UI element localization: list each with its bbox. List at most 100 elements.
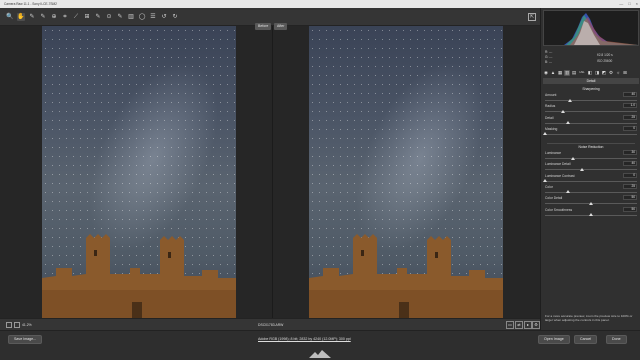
straighten-tool-icon[interactable]: ⟋ [72, 13, 80, 21]
slider-track[interactable] [545, 111, 637, 113]
done-button[interactable]: Done [606, 335, 627, 344]
panel-tab-icon[interactable]: ▤ [571, 70, 577, 76]
panel-tab-icon[interactable]: ▲ [550, 70, 556, 76]
adjustment-brush-tool-icon[interactable]: ✎ [116, 13, 124, 21]
slider-thumb[interactable] [589, 201, 593, 205]
slider-value-input[interactable]: 0 [623, 125, 637, 131]
window-controls: — □ × [619, 1, 638, 6]
slider-label: Detail [545, 115, 554, 120]
slider-thumb[interactable] [589, 213, 593, 216]
view-mode-icon[interactable]: ▭ [506, 321, 514, 329]
fullscreen-toggle-icon[interactable]: ⇱ [528, 13, 536, 21]
rotate-right-tool-icon[interactable]: ↻ [171, 13, 179, 21]
slider-label: Amount [545, 93, 557, 97]
transform-tool-icon[interactable]: ⊞ [83, 13, 91, 21]
settings-panel: R: --- G: --- B: --- f/2.8 1/20 s ISO 25… [540, 8, 640, 330]
open-image-button[interactable]: Open Image [538, 335, 570, 344]
hand-tool-icon[interactable]: ✋ [17, 13, 25, 21]
compare-divider [272, 26, 273, 318]
slider-label: Color Detail [545, 196, 563, 201]
zoom-tool-icon[interactable]: 🔍 [6, 13, 14, 21]
slider-value-input[interactable]: 50 [623, 195, 637, 201]
maximize-button[interactable]: □ [628, 1, 630, 6]
section-divider [547, 143, 635, 144]
slider-track[interactable] [545, 191, 637, 193]
slider-value-input[interactable]: 50 [623, 206, 637, 212]
panel-tab-icon[interactable]: HSL [578, 70, 586, 76]
color-sampler-tool-icon[interactable]: ✎ [39, 13, 47, 21]
preview-canvas[interactable]: Before After [0, 23, 540, 318]
before-image [42, 26, 236, 318]
rotate-left-tool-icon[interactable]: ↺ [160, 13, 168, 21]
panel-tab-icon[interactable]: ◧ [587, 70, 593, 76]
swap-icon[interactable]: ⇄ [515, 321, 523, 329]
noise-reduction-title: Noise Reduction [578, 145, 604, 149]
minimize-button[interactable]: — [619, 1, 623, 6]
zoom-level[interactable]: 41.2% [22, 323, 32, 327]
red-eye-tool-icon[interactable]: ⊙ [105, 13, 113, 21]
spot-removal-tool-icon[interactable]: ✎ [94, 13, 102, 21]
slider-thumb[interactable] [566, 121, 570, 125]
slider-thumb[interactable] [543, 179, 547, 183]
panel-tab-icon[interactable]: ▥ [564, 70, 570, 76]
slider-thumb[interactable] [561, 109, 566, 113]
slider-label: Color Smoothness [545, 207, 573, 212]
after-label: After [274, 23, 288, 30]
toggle-settings-icon[interactable]: ⚙ [532, 321, 540, 329]
slider-thumb[interactable] [567, 98, 572, 102]
before-label: Before [255, 23, 272, 30]
panel-tab-icon[interactable]: ⊞ [622, 70, 628, 76]
slider-value-input[interactable]: 30 [623, 150, 637, 155]
graduated-filter-tool-icon[interactable]: ▥ [127, 13, 135, 21]
slider-value-input[interactable]: 40 [623, 161, 637, 167]
preferences-tool-icon[interactable]: ☰ [149, 13, 157, 21]
slider-track[interactable] [545, 169, 637, 171]
slider-thumb[interactable] [570, 156, 575, 160]
castle-silhouette [42, 234, 236, 318]
panel-tab-icon[interactable]: ▦ [557, 70, 563, 76]
panel-tab-icon[interactable]: ◉ [543, 70, 549, 76]
panel-tab-icon[interactable]: ◨ [594, 70, 600, 76]
slider-label: Color [545, 184, 553, 189]
slider-track[interactable] [545, 122, 637, 124]
slider-track[interactable] [545, 158, 637, 159]
panel-tab-icon[interactable]: ⚙ [608, 70, 614, 76]
slider-label: Luminance Detail [545, 162, 571, 167]
slider-value-input[interactable]: 25 [623, 183, 637, 189]
status-bar: 41.2% DSC01783.ARW ▭ ⇄ ▸ ⚙ [0, 318, 540, 330]
slider-thumb[interactable] [543, 132, 547, 136]
panel-tab-icon[interactable]: ◩ [601, 70, 607, 76]
close-button[interactable]: × [636, 1, 638, 6]
slider-row: Masking 0 [543, 125, 637, 138]
title-bar: Camera Raw 11.1 - Sony ILCE-7SM2 — □ × [0, 0, 640, 8]
crop-tool-icon[interactable]: ⌗ [61, 13, 69, 21]
slider-row: Color Smoothness 50 [545, 206, 637, 219]
rgb-readout: R: --- G: --- B: --- [545, 50, 553, 64]
targeted-adjustment-tool-icon[interactable]: ⊕ [50, 13, 58, 21]
slider-value-input[interactable]: 40 [623, 92, 637, 97]
slider-value-input[interactable]: 1.0 [623, 103, 637, 109]
file-name: DSC01783.ARW [258, 322, 284, 327]
mountain-logo-icon [309, 350, 331, 358]
slider-label: Radius [545, 104, 556, 109]
slider-thumb[interactable] [579, 167, 584, 171]
copy-settings-icon[interactable]: ▸ [524, 321, 532, 329]
cancel-button[interactable]: Cancel [574, 335, 598, 344]
slider-value-input[interactable]: 0 [623, 172, 637, 178]
slider-track[interactable] [545, 180, 637, 182]
white-balance-tool-icon[interactable]: ✎ [28, 13, 36, 21]
slider-track[interactable] [545, 133, 637, 135]
workflow-options-link[interactable]: Adobe RGB (1998); 8 bit; 2832 by 4240 (1… [258, 337, 351, 341]
radial-filter-tool-icon[interactable]: ◯ [138, 13, 146, 21]
zoom-out-icon[interactable] [6, 322, 12, 328]
slider-value-input[interactable]: 25 [623, 114, 637, 120]
panel-tab-icon[interactable]: ☼ [615, 70, 621, 76]
zoom-in-icon[interactable] [14, 322, 20, 328]
slider-track[interactable] [545, 100, 637, 101]
detail-panel-header: Detail [543, 78, 639, 84]
slider-label: Masking [545, 126, 558, 131]
save-image-button[interactable]: Save Image... [8, 335, 43, 344]
after-image [309, 26, 503, 318]
window-title: Camera Raw 11.1 - Sony ILCE-7SM2 [4, 2, 57, 6]
slider-thumb[interactable] [566, 190, 570, 194]
